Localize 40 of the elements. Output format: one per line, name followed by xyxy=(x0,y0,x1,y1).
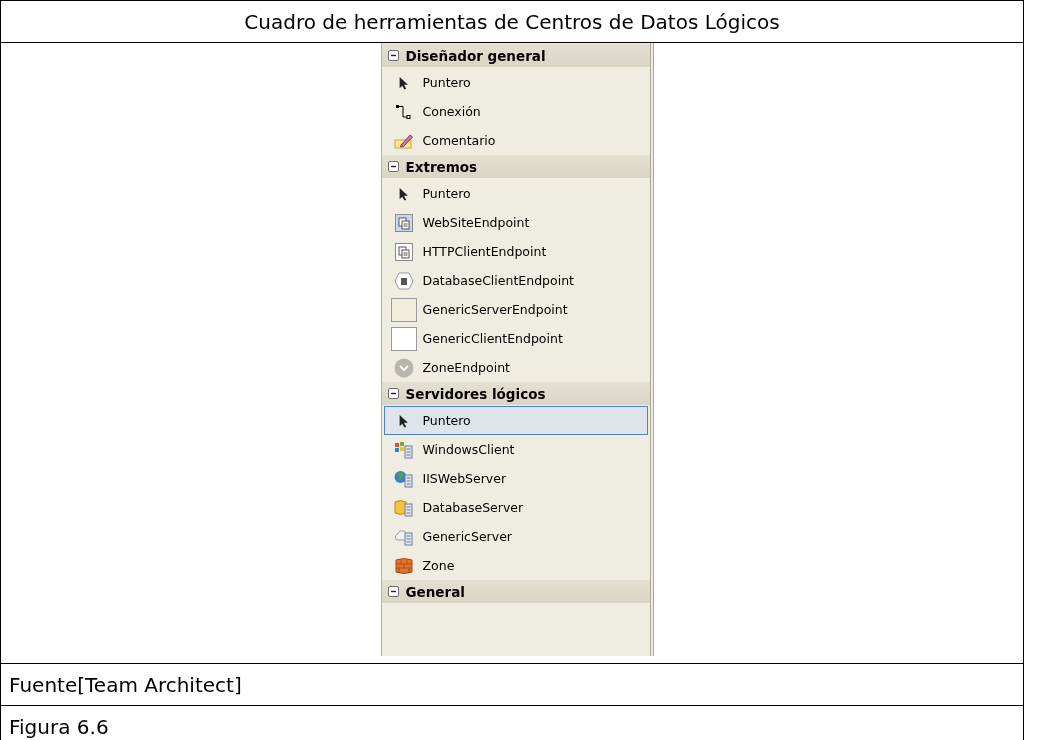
connector-icon xyxy=(394,103,413,120)
figure-caption: Figura 6.6 xyxy=(9,715,109,739)
globe-server-icon xyxy=(393,469,414,488)
group-header[interactable]: Extremos xyxy=(381,155,650,178)
group-header[interactable]: Diseñador general xyxy=(381,44,650,67)
toolbox-item[interactable]: Puntero xyxy=(383,68,648,97)
toolbox-item[interactable]: GenericServer xyxy=(383,522,648,551)
database-server-icon xyxy=(393,498,414,517)
toolbox-item[interactable]: HTTPClientEndpoint xyxy=(383,237,648,266)
toolbox-item[interactable]: GenericServerEndpoint xyxy=(383,295,648,324)
toolbox-item[interactable]: Comentario xyxy=(383,126,648,155)
group-header[interactable]: Servidores lógicos xyxy=(381,382,650,405)
toolbox-item[interactable]: ZoneEndpoint xyxy=(383,353,648,382)
toolbox-item[interactable]: Puntero xyxy=(383,179,648,208)
server-windows-icon xyxy=(393,440,414,459)
hexagon-icon xyxy=(393,271,414,290)
toolbox-item[interactable]: WindowsClient xyxy=(383,435,648,464)
endpoint-box-icon xyxy=(394,242,413,261)
note-pencil-icon xyxy=(393,132,414,149)
collapse-icon[interactable] xyxy=(387,161,399,172)
brick-wall-icon xyxy=(393,556,414,575)
table-title: Cuadro de herramientas de Centros de Datos Lógicos xyxy=(244,9,780,34)
collapse-icon[interactable] xyxy=(387,50,399,61)
toolbox-item[interactable]: Zone xyxy=(383,551,648,580)
toolbox-item[interactable]: DatabaseClientEndpoint xyxy=(383,266,648,295)
endpoint-box-icon xyxy=(394,213,413,232)
group-header[interactable]: General xyxy=(381,580,650,603)
cloud-server-icon xyxy=(393,527,414,546)
source-text: Fuente[Team Architect] xyxy=(9,672,242,697)
square-icon xyxy=(390,297,417,322)
collapse-icon[interactable] xyxy=(387,388,399,399)
square-icon xyxy=(390,326,417,351)
toolbox-item[interactable]: Puntero xyxy=(383,406,648,435)
chevron-circle-icon xyxy=(393,357,414,378)
collapse-icon[interactable] xyxy=(387,586,399,597)
toolbox-item[interactable]: DatabaseServer xyxy=(383,493,648,522)
toolbox-item[interactable]: Conexión xyxy=(383,97,648,126)
toolbox-item[interactable]: WebSiteEndpoint xyxy=(383,208,648,237)
toolbox-item[interactable]: IISWebServer xyxy=(383,464,648,493)
toolbox-item[interactable]: GenericClientEndpoint xyxy=(383,324,648,353)
